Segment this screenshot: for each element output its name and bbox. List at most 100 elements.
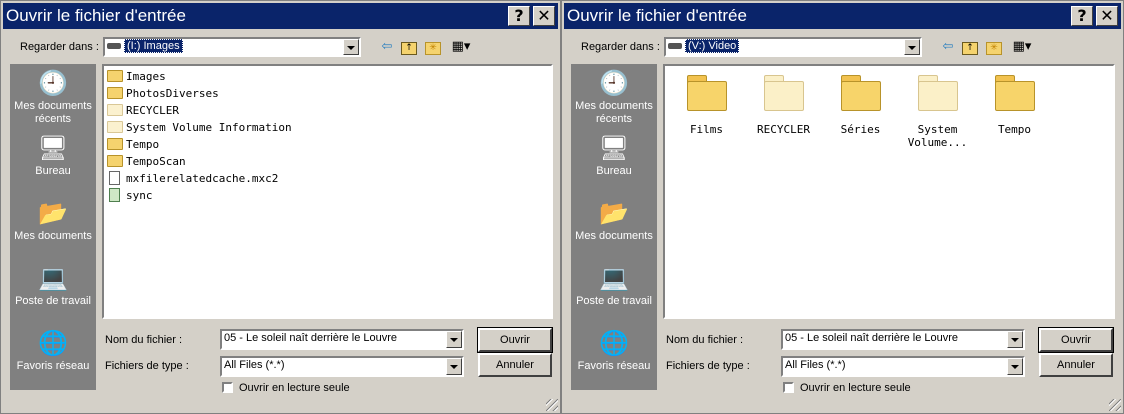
- place-desktop[interactable]: 🖥 Bureau: [10, 133, 96, 178]
- chevron-down-icon[interactable]: [1007, 358, 1023, 375]
- folder-icon: [107, 104, 123, 116]
- folder-icon: [107, 121, 123, 133]
- list-item[interactable]: PhotosDiverses: [107, 85, 219, 102]
- place-my-documents[interactable]: 📂 Mes documents: [571, 198, 657, 243]
- folder-icon: [685, 71, 729, 115]
- readonly-checkbox[interactable]: [222, 382, 233, 393]
- list-item[interactable]: System Volume Information: [107, 119, 292, 136]
- folder-icon: [107, 155, 123, 167]
- folder-icon: [839, 71, 883, 115]
- filename-label: Nom du fichier :: [666, 334, 744, 346]
- open-button[interactable]: Ouvrir: [477, 327, 553, 353]
- folder-icon: [107, 138, 123, 150]
- close-button[interactable]: ✕: [1096, 6, 1118, 26]
- folder-icon: [107, 87, 123, 99]
- filetype-select[interactable]: All Files (*.*): [781, 356, 1025, 377]
- up-folder-icon[interactable]: ↑: [399, 37, 419, 57]
- title-bar[interactable]: Ouvrir le fichier d'entrée ? ✕: [3, 3, 558, 29]
- view-menu-icon[interactable]: ▦▾: [447, 37, 475, 57]
- filename-field[interactable]: 05 - Le soleil naît derrière le Louvre: [781, 329, 1025, 350]
- folder-icon: [762, 71, 806, 115]
- filename-value: 05 - Le soleil naît derrière le Louvre: [785, 332, 959, 344]
- resize-grip[interactable]: [546, 399, 558, 411]
- file-list[interactable]: Films RECYCLER Séries System Volume... T…: [663, 64, 1115, 319]
- chevron-down-icon[interactable]: [904, 39, 920, 55]
- place-my-computer[interactable]: 💻 Poste de travail: [571, 263, 657, 308]
- file-icon: [109, 171, 120, 185]
- look-in-combobox[interactable]: (V:) Video: [664, 37, 922, 57]
- desktop-icon: 🖥: [598, 134, 630, 162]
- list-item[interactable]: TempoScan: [107, 153, 186, 170]
- chevron-down-icon[interactable]: [446, 331, 462, 348]
- desktop-icon: 🖥: [37, 134, 69, 162]
- my-computer-icon: 💻: [38, 264, 68, 292]
- drive-icon: [107, 43, 121, 50]
- title-bar[interactable]: Ouvrir le fichier d'entrée ? ✕: [564, 3, 1121, 29]
- chevron-down-icon[interactable]: [343, 39, 359, 55]
- list-item[interactable]: Films: [669, 71, 744, 136]
- recent-documents-icon: 🕘: [38, 69, 68, 97]
- look-in-combobox[interactable]: (I:) Images: [103, 37, 361, 57]
- list-item[interactable]: mxfilerelatedcache.mxc2: [107, 170, 278, 187]
- place-my-computer[interactable]: 💻 Poste de travail: [10, 263, 96, 308]
- my-documents-icon: 📂: [38, 199, 68, 227]
- list-item[interactable]: Images: [107, 68, 166, 85]
- readonly-label: Ouvrir en lecture seule: [239, 382, 350, 394]
- place-recent-documents[interactable]: 🕘 Mes documents récents: [10, 68, 96, 126]
- list-item[interactable]: RECYCLER: [746, 71, 821, 136]
- list-item[interactable]: System Volume...: [900, 71, 975, 149]
- place-recent-documents[interactable]: 🕘 Mes documents récents: [571, 68, 657, 126]
- open-file-dialog-right: Ouvrir le fichier d'entrée ? ✕ Regarder …: [561, 0, 1124, 414]
- help-button[interactable]: ?: [508, 6, 530, 26]
- file-list[interactable]: Images PhotosDiverses RECYCLER System Vo…: [102, 64, 553, 319]
- view-menu-icon[interactable]: ▦▾: [1008, 37, 1036, 57]
- look-in-value: (V:) Video: [685, 39, 740, 53]
- help-button[interactable]: ?: [1071, 6, 1093, 26]
- places-bar: 🕘 Mes documents récents 🖥 Bureau 📂 Mes d…: [10, 64, 96, 390]
- cancel-button[interactable]: Annuler: [478, 353, 552, 377]
- folder-icon: [107, 70, 123, 82]
- list-item[interactable]: Séries: [823, 71, 898, 136]
- filetype-label: Fichiers de type :: [666, 360, 750, 372]
- filename-field[interactable]: 05 - Le soleil naît derrière le Louvre: [220, 329, 464, 350]
- place-desktop[interactable]: 🖥 Bureau: [571, 133, 657, 178]
- open-file-dialog-left: Ouvrir le fichier d'entrée ? ✕ Regarder …: [0, 0, 561, 414]
- chevron-down-icon[interactable]: [1007, 331, 1023, 348]
- back-arrow-icon[interactable]: ⇦: [377, 37, 397, 57]
- open-button[interactable]: Ouvrir: [1038, 327, 1114, 353]
- list-item[interactable]: RECYCLER: [107, 102, 179, 119]
- up-folder-icon[interactable]: ↑: [960, 37, 980, 57]
- filetype-label: Fichiers de type :: [105, 360, 189, 372]
- cancel-button[interactable]: Annuler: [1039, 353, 1113, 377]
- place-network[interactable]: 🌐 Favoris réseau: [571, 328, 657, 373]
- close-button[interactable]: ✕: [533, 6, 555, 26]
- network-places-icon: 🌐: [599, 329, 629, 357]
- chevron-down-icon[interactable]: [446, 358, 462, 375]
- list-item[interactable]: sync: [107, 187, 153, 204]
- folder-icon: [916, 71, 960, 115]
- drive-icon: [668, 43, 682, 50]
- resize-grip[interactable]: [1109, 399, 1121, 411]
- list-item[interactable]: Tempo: [107, 136, 159, 153]
- filename-value: 05 - Le soleil naît derrière le Louvre: [224, 332, 398, 344]
- look-in-label: Regarder dans :: [20, 41, 99, 53]
- filetype-value: All Files (*.*): [224, 359, 285, 371]
- places-bar: 🕘 Mes documents récents 🖥 Bureau 📂 Mes d…: [571, 64, 657, 390]
- filename-label: Nom du fichier :: [105, 334, 183, 346]
- folder-icon: [993, 71, 1037, 115]
- place-network[interactable]: 🌐 Favoris réseau: [10, 328, 96, 373]
- window-title: Ouvrir le fichier d'entrée: [567, 6, 747, 25]
- filetype-select[interactable]: All Files (*.*): [220, 356, 464, 377]
- place-my-documents[interactable]: 📂 Mes documents: [10, 198, 96, 243]
- readonly-checkbox[interactable]: [783, 382, 794, 393]
- readonly-label: Ouvrir en lecture seule: [800, 382, 911, 394]
- my-documents-icon: 📂: [599, 199, 629, 227]
- look-in-value: (I:) Images: [124, 39, 183, 53]
- filetype-value: All Files (*.*): [785, 359, 846, 371]
- recent-documents-icon: 🕘: [599, 69, 629, 97]
- new-folder-icon[interactable]: ✳: [984, 37, 1004, 57]
- look-in-label: Regarder dans :: [581, 41, 660, 53]
- new-folder-icon[interactable]: ✳: [423, 37, 443, 57]
- back-arrow-icon[interactable]: ⇦: [938, 37, 958, 57]
- list-item[interactable]: Tempo: [977, 71, 1052, 136]
